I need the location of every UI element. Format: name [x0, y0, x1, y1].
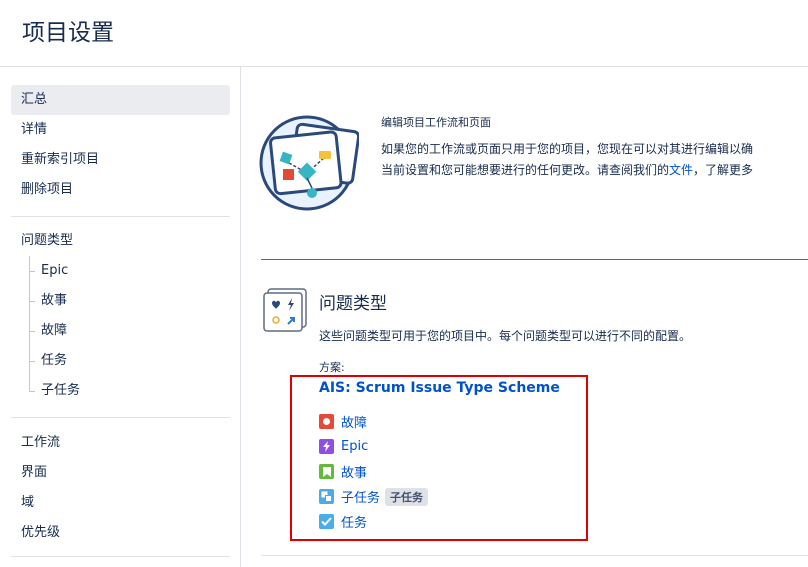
issue-type-scheme-link[interactable]: AIS: Scrum Issue Type Scheme: [319, 380, 560, 396]
issue-types-subnav: Epic 故事 故障 任务 子任务: [11, 256, 230, 406]
sidebar-divider: [11, 556, 230, 557]
issue-type-label: Epic: [341, 439, 369, 454]
workflow-panel-title: 编辑项目工作流和页面: [381, 116, 491, 129]
sidebar-subitem-epic[interactable]: Epic: [11, 256, 230, 286]
sidebar-item-reindex[interactable]: 重新索引项目: [11, 145, 230, 175]
subitem-label: 故事: [41, 293, 68, 308]
sidebar-divider: [11, 417, 230, 418]
bug-icon: [319, 414, 334, 429]
issue-type-row-task[interactable]: 任务: [319, 509, 428, 534]
workflow-desc-text: ，了解更多: [693, 163, 754, 177]
scheme-label: 方案:: [319, 361, 345, 374]
subitem-label: 任务: [41, 353, 68, 368]
issue-type-label: 故障: [341, 416, 368, 431]
sidebar-group-general: 汇总 详情 重新索引项目 删除项目: [11, 85, 230, 205]
workflow-desc-line1: 如果您的工作流或页面只用于您的项目，您现在可以对其进行编辑以确: [381, 142, 754, 156]
sidebar-item-delete-project[interactable]: 删除项目: [11, 175, 230, 205]
workflow-desc-text: 当前设置和您可能想要进行的任何更改。请查阅我们的: [381, 163, 670, 177]
issue-type-label: 任务: [341, 516, 368, 531]
sidebar-item-fields[interactable]: 域: [11, 488, 230, 518]
workflow-panel-description: 如果您的工作流或页面只用于您的项目，您现在可以对其进行编辑以确 当前设置和您可能…: [381, 139, 808, 181]
issue-types-section-description: 这些问题类型可用于您的项目中。每个问题类型可以进行不同的配置。: [319, 329, 692, 343]
workflow-desc-line2: 当前设置和您可能想要进行的任何更改。请查阅我们的文件，了解更多: [381, 160, 808, 181]
issue-types-section-title: 问题类型: [319, 294, 387, 314]
subitem-label: 故障: [41, 323, 68, 338]
sidebar-subitem-task[interactable]: 任务: [11, 346, 230, 376]
issue-type-row-epic[interactable]: Epic: [319, 434, 428, 459]
sidebar-item-issue-types[interactable]: 问题类型: [11, 226, 230, 256]
sidebar-divider: [11, 216, 230, 217]
page-title: 项目设置: [22, 20, 114, 46]
sidebar-subitem-subtask[interactable]: 子任务: [11, 376, 230, 406]
sidebar-item-priorities[interactable]: 优先级: [11, 518, 230, 548]
sidebar-group-issue-types: 问题类型 Epic 故事 故障 任务 子任务: [11, 226, 230, 406]
issue-type-list: 故障 Epic 故事 子任务 子任务 任务: [319, 409, 429, 534]
epic-lightning-icon: [319, 439, 334, 454]
sidebar-item-summary[interactable]: 汇总: [11, 85, 230, 115]
subtask-icon: [319, 489, 334, 504]
subtask-badge: 子任务: [385, 487, 429, 506]
workflow-illustration-icon: [259, 115, 359, 211]
section-divider: [261, 555, 808, 556]
task-check-icon: [319, 514, 334, 529]
issue-type-label: 故事: [341, 466, 368, 481]
page-header: 项目设置: [0, 0, 808, 67]
sidebar-item-workflows[interactable]: 工作流: [11, 428, 230, 458]
issue-type-row-subtask[interactable]: 子任务 子任务: [319, 484, 429, 509]
sidebar-item-details[interactable]: 详情: [11, 115, 230, 145]
main-content: 编辑项目工作流和页面 如果您的工作流或页面只用于您的项目，您现在可以对其进行编辑…: [241, 67, 808, 567]
subitem-label: 子任务: [41, 383, 81, 398]
sidebar-item-screens[interactable]: 界面: [11, 458, 230, 488]
section-divider: [261, 259, 808, 260]
subitem-label: Epic: [41, 263, 69, 278]
issue-type-label: 子任务: [341, 491, 381, 506]
issue-type-row-story[interactable]: 故事: [319, 459, 428, 484]
issue-type-row-bug[interactable]: 故障: [319, 409, 428, 434]
issue-types-section-icon: [263, 288, 307, 332]
sidebar-group-configuration: 工作流 界面 域 优先级: [11, 428, 230, 548]
sidebar-subitem-bug[interactable]: 故障: [11, 316, 230, 346]
story-bookmark-icon: [319, 464, 334, 479]
documentation-link[interactable]: 文件: [669, 163, 693, 177]
sidebar-subitem-story[interactable]: 故事: [11, 286, 230, 316]
project-settings-sidebar: 汇总 详情 重新索引项目 删除项目 问题类型 Epic 故事 故障 任务 子任务…: [0, 66, 241, 567]
